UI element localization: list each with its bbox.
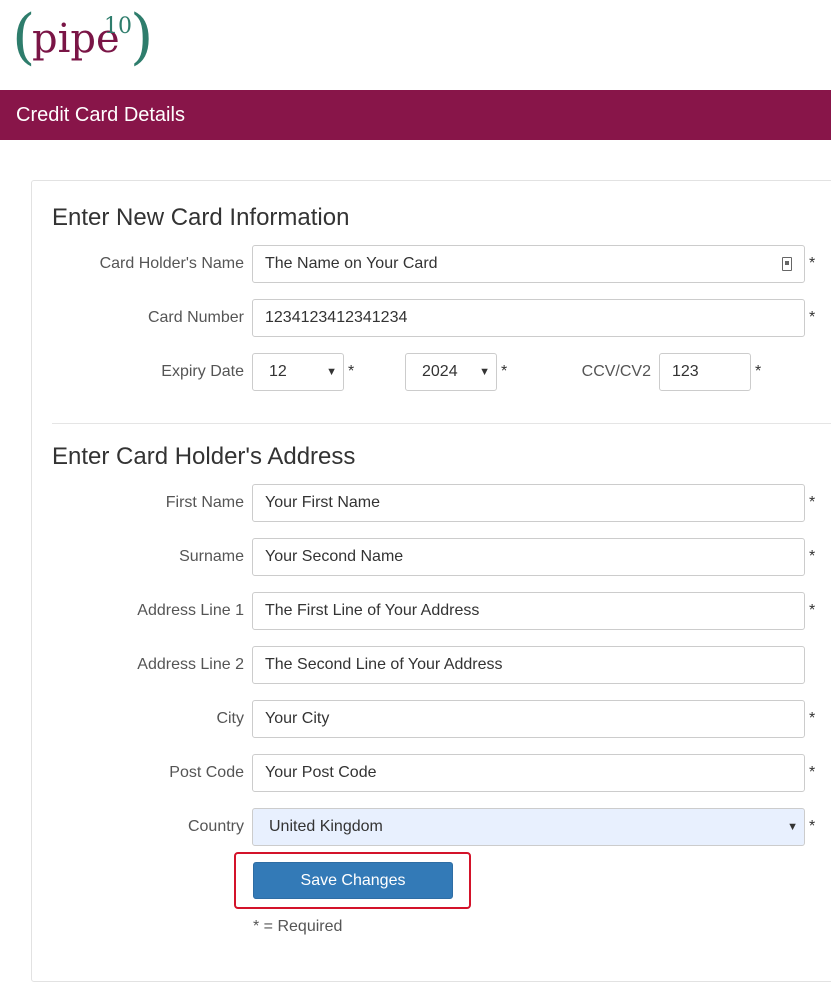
holder-name-field[interactable]: The Name on Your Card [252, 245, 805, 283]
card-section-title: Enter New Card Information [52, 204, 350, 231]
required-marker: * [809, 602, 816, 619]
required-marker: * [809, 548, 816, 565]
required-marker: * [348, 363, 355, 380]
first-name-field[interactable]: Your First Name [252, 484, 805, 522]
required-marker: * [809, 764, 816, 781]
contact-card-icon[interactable] [782, 257, 792, 271]
chevron-down-icon: ▼ [787, 821, 798, 833]
expiry-year-select[interactable]: 2024 ▼ [405, 353, 497, 391]
surname-label: Surname [179, 548, 244, 565]
required-marker: * [809, 818, 816, 835]
address-line-1-value: The First Line of Your Address [265, 602, 480, 619]
post-code-value: Your Post Code [265, 764, 377, 781]
required-marker: * [809, 494, 816, 511]
address-line-1-label: Address Line 1 [137, 602, 244, 619]
chevron-down-icon: ▼ [479, 366, 490, 378]
logo-right-paren: ) [130, 2, 154, 72]
surname-value: Your Second Name [265, 548, 404, 565]
card-number-field[interactable]: 1234123412341234 [252, 299, 805, 337]
required-marker: * [809, 710, 816, 727]
country-select[interactable]: United Kingdom ▼ [252, 808, 805, 846]
save-changes-button[interactable]: Save Changes [253, 862, 453, 899]
expiry-month-value: 12 [269, 363, 287, 380]
city-field[interactable]: Your City [252, 700, 805, 738]
country-value: United Kingdom [269, 818, 383, 835]
chevron-down-icon: ▼ [326, 366, 337, 378]
first-name-label: First Name [165, 494, 244, 511]
first-name-value: Your First Name [265, 494, 380, 511]
page-title: Credit Card Details [16, 104, 185, 126]
required-marker: * [809, 309, 816, 326]
post-code-label: Post Code [169, 764, 244, 781]
post-code-field[interactable]: Your Post Code [252, 754, 805, 792]
required-note: * = Required [253, 918, 343, 935]
address-line-1-field[interactable]: The First Line of Your Address [252, 592, 805, 630]
required-marker: * [501, 363, 508, 380]
address-line-2-value: The Second Line of Your Address [265, 656, 503, 673]
holder-name-value: The Name on Your Card [265, 255, 438, 272]
logo-superscript: 10 [104, 14, 132, 39]
ccv-label: CCV/CV2 [581, 363, 651, 380]
city-value: Your City [265, 710, 330, 727]
city-label: City [216, 710, 244, 727]
surname-field[interactable]: Your Second Name [252, 538, 805, 576]
address-section-title: Enter Card Holder's Address [52, 443, 356, 470]
expiry-year-value: 2024 [422, 363, 458, 380]
required-marker: * [755, 363, 762, 380]
address-line-2-label: Address Line 2 [137, 656, 244, 673]
required-marker: * [809, 255, 816, 272]
expiry-month-select[interactable]: 12 ▼ [252, 353, 344, 391]
pipe10-logo: ( pipe 10 ) [12, 2, 153, 78]
ccv-field[interactable]: 123 [659, 353, 751, 391]
country-label: Country [187, 818, 244, 835]
holder-name-label: Card Holder's Name [99, 255, 244, 272]
section-divider [52, 423, 831, 424]
page-header-bar: Credit Card Details [0, 90, 831, 140]
card-number-value: 1234123412341234 [265, 309, 408, 326]
ccv-value: 123 [672, 363, 699, 380]
address-line-2-field[interactable]: The Second Line of Your Address [252, 646, 805, 684]
card-number-label: Card Number [147, 309, 244, 326]
expiry-date-label: Expiry Date [161, 363, 244, 380]
